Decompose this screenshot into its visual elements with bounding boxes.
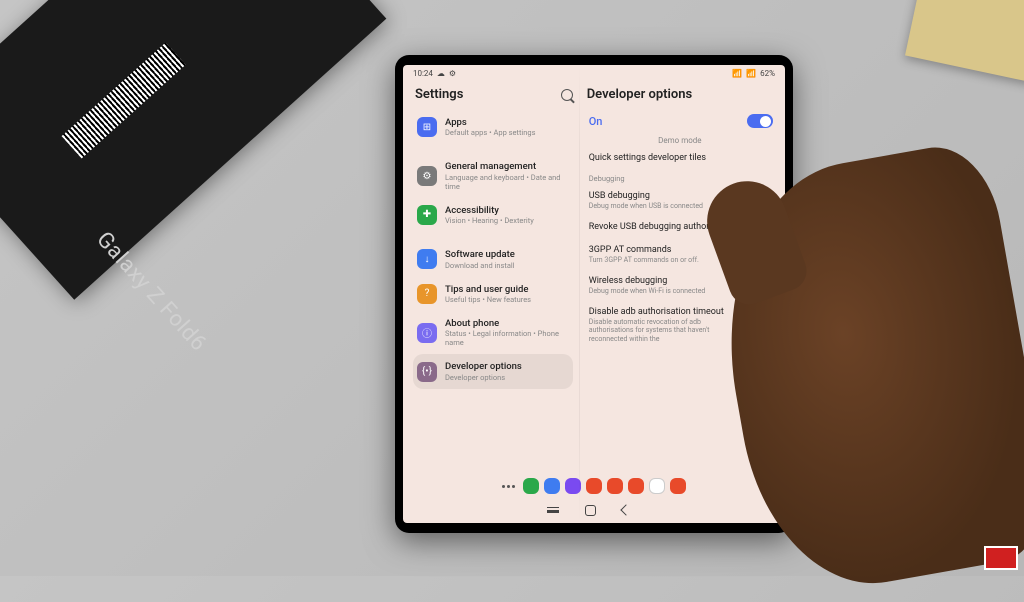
wood-block [905, 0, 1024, 82]
dev-item-subtitle: Debug mode when Wi-Fi is connected [589, 287, 739, 295]
settings-item-icon: ⓘ [417, 323, 437, 343]
fold-crease [579, 65, 580, 523]
dock-app-7[interactable] [670, 478, 686, 494]
dock-app-5[interactable] [628, 478, 644, 494]
dev-master-toggle-row[interactable]: On [585, 110, 775, 136]
settings-item-icon: ↓ [417, 249, 437, 269]
dev-item-quick-settings-developer-tiles[interactable]: Quick settings developer tiles [585, 147, 775, 170]
settings-item-subtitle: Developer options [445, 373, 569, 382]
dev-item-title: Wireless debugging [589, 276, 739, 287]
dock-app-3[interactable] [586, 478, 602, 494]
video-watermark [984, 546, 1018, 570]
settings-item-title: Accessibility [445, 205, 569, 216]
status-bar: 10:24 ☁ ⚙ 📶 📶 62% [403, 65, 785, 81]
settings-item-icon: ✚ [417, 205, 437, 225]
dock-app-1[interactable] [544, 478, 560, 494]
settings-item-title: Software update [445, 249, 569, 260]
dev-options-title: Developer options [587, 87, 692, 102]
product-box: Galaxy Z Fold6 [0, 0, 386, 300]
status-time: 10:24 [413, 69, 433, 78]
dev-master-toggle[interactable] [747, 114, 773, 128]
settings-item-accessibility[interactable]: ✚ AccessibilityVision • Hearing • Dexteri… [413, 198, 573, 232]
settings-item-title: Tips and user guide [445, 284, 569, 295]
navigation-bar [403, 497, 785, 523]
settings-item-icon: ? [417, 284, 437, 304]
settings-item-subtitle: Download and install [445, 261, 569, 270]
dock-app-4[interactable] [607, 478, 623, 494]
signal-icon: 📶 [746, 69, 756, 78]
settings-item-software-update[interactable]: ↓ Software updateDownload and install [413, 242, 573, 276]
settings-item-subtitle: Vision • Hearing • Dexterity [445, 216, 569, 225]
nav-home-button[interactable] [585, 505, 596, 516]
wifi-icon: 📶 [732, 69, 742, 78]
settings-item-icon: {•} [417, 362, 437, 382]
settings-item-subtitle: Language and keyboard • Date and time [445, 173, 569, 191]
settings-item-subtitle: Status • Legal information • Phone name [445, 329, 569, 347]
settings-item-icon: ⚙ [417, 166, 437, 186]
product-box-brand: Galaxy Z Fold6 [91, 227, 211, 356]
settings-item-apps[interactable]: ⊞ AppsDefault apps • App settings [413, 110, 573, 144]
app-drawer-icon[interactable] [502, 485, 515, 488]
settings-item-icon: ⊞ [417, 117, 437, 137]
app-dock [403, 475, 785, 497]
settings-title: Settings [415, 87, 463, 102]
settings-mini-icon: ⚙ [449, 69, 456, 78]
nav-recent-button[interactable] [547, 507, 559, 513]
barcode-icon [62, 42, 186, 158]
settings-item-developer-options[interactable]: {•} Developer optionsDeveloper options [413, 354, 573, 388]
status-battery: 62% [760, 69, 775, 78]
dev-item-demo-mode-partial[interactable]: Demo mode [585, 136, 775, 147]
settings-item-title: Apps [445, 117, 569, 128]
settings-item-title: About phone [445, 318, 569, 329]
dock-app-0[interactable] [523, 478, 539, 494]
settings-item-about-phone[interactable]: ⓘ About phoneStatus • Legal information •… [413, 311, 573, 354]
dev-item-subtitle: Turn 3GPP AT commands on or off. [589, 256, 739, 264]
settings-item-tips-and-user-guide[interactable]: ? Tips and user guideUseful tips • New fe… [413, 277, 573, 311]
dev-item-subtitle: Disable automatic revocation of adb auth… [589, 318, 739, 343]
settings-item-subtitle: Useful tips • New features [445, 295, 569, 304]
settings-item-subtitle: Default apps • App settings [445, 128, 569, 137]
settings-item-general-management[interactable]: ⚙ General managementLanguage and keyboard… [413, 154, 573, 197]
settings-item-title: General management [445, 161, 569, 172]
nav-back-button[interactable] [620, 504, 631, 515]
search-icon[interactable] [561, 89, 573, 101]
dock-app-6[interactable] [649, 478, 665, 494]
dev-master-label: On [589, 115, 603, 128]
settings-item-title: Developer options [445, 361, 569, 372]
dev-item-title: Disable adb authorisation timeout [589, 307, 739, 318]
dev-item-title: Quick settings developer tiles [589, 153, 771, 164]
device-screen: 10:24 ☁ ⚙ 📶 📶 62% Settings ⊞ AppsDefault … [403, 65, 785, 523]
cloud-icon: ☁ [437, 69, 445, 78]
settings-panel: Settings ⊞ AppsDefault apps • App setting… [403, 81, 579, 475]
